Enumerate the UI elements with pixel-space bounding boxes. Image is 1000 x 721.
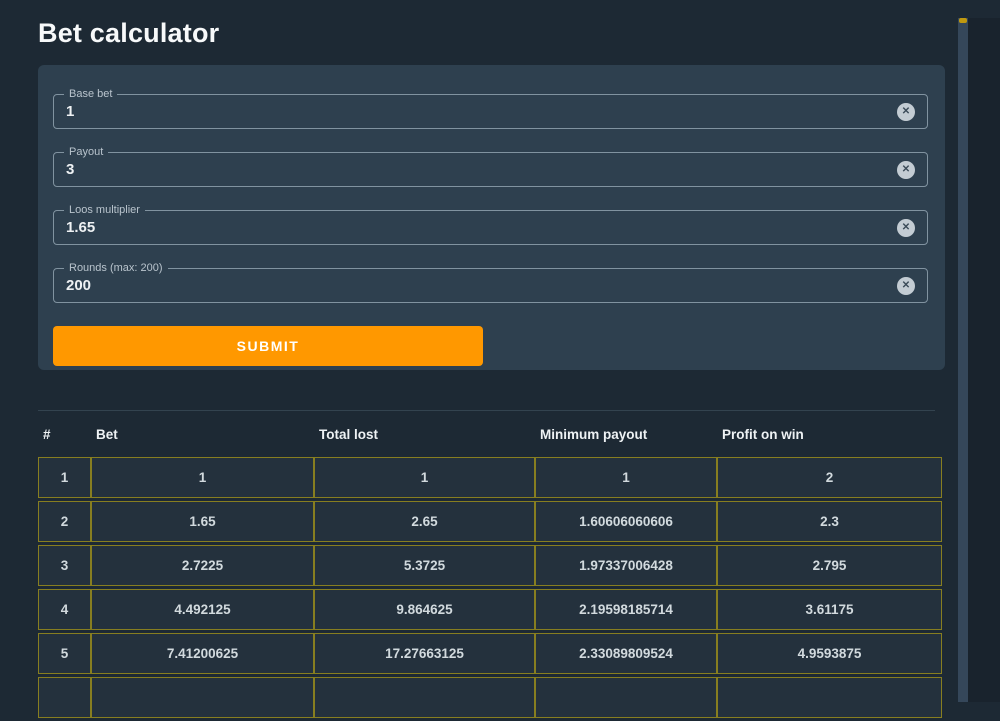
- table-cell: 2.795: [717, 545, 942, 586]
- table-cell: 4: [38, 589, 91, 630]
- table-row: 44.4921259.8646252.195981857143.61175: [38, 589, 942, 630]
- table-row: 57.4120062517.276631252.330898095244.959…: [38, 633, 942, 674]
- clear-field-button[interactable]: ✕: [897, 161, 915, 179]
- clear-field-button[interactable]: ✕: [897, 103, 915, 121]
- table-row: [38, 677, 942, 718]
- table-row: 11112: [38, 457, 942, 498]
- field-label: Payout: [64, 145, 108, 159]
- table-header-row: #BetTotal lostMinimum payoutProfit on wi…: [38, 414, 942, 454]
- close-icon: ✕: [902, 280, 910, 291]
- clear-field-button[interactable]: ✕: [897, 277, 915, 295]
- table-cell: 2.19598185714: [535, 589, 717, 630]
- table-cell: 3.61175: [717, 589, 942, 630]
- close-icon: ✕: [902, 106, 910, 117]
- table-cell: [717, 677, 942, 718]
- column-header: Minimum payout: [535, 414, 717, 454]
- table-cell: 9.864625: [314, 589, 535, 630]
- field-label: Loos multiplier: [64, 203, 145, 217]
- column-header: #: [38, 414, 91, 454]
- results-table: #BetTotal lostMinimum payoutProfit on wi…: [38, 411, 942, 721]
- column-header: Bet: [91, 414, 314, 454]
- table-body: 1111221.652.651.606060606062.332.72255.3…: [38, 457, 942, 718]
- form-field-1[interactable]: Payout ✕: [53, 152, 928, 187]
- bet-form-card: Base bet ✕ Payout ✕ Loos multiplier ✕ Ro…: [38, 65, 945, 370]
- table-cell: 1: [535, 457, 717, 498]
- submit-button[interactable]: SUBMIT: [53, 326, 483, 366]
- form-field-2[interactable]: Loos multiplier ✕: [53, 210, 928, 245]
- field-label: Base bet: [64, 87, 117, 101]
- scrollbar-track[interactable]: [958, 18, 968, 702]
- close-icon: ✕: [902, 164, 910, 175]
- field-label: Rounds (max: 200): [64, 261, 168, 275]
- table-cell: 7.41200625: [91, 633, 314, 674]
- table-cell: 1: [314, 457, 535, 498]
- table-row: 21.652.651.606060606062.3: [38, 501, 942, 542]
- table-cell: [38, 677, 91, 718]
- page-title: Bet calculator: [38, 18, 1000, 49]
- results-section: #BetTotal lostMinimum payoutProfit on wi…: [38, 411, 1000, 721]
- table-cell: 1.97337006428: [535, 545, 717, 586]
- scrollbar-thumb[interactable]: [959, 18, 967, 23]
- table-cell: 1: [38, 457, 91, 498]
- field-input[interactable]: [66, 103, 887, 120]
- form-field-0[interactable]: Base bet ✕: [53, 94, 928, 129]
- table-cell: [535, 677, 717, 718]
- table-cell: 3: [38, 545, 91, 586]
- clear-field-button[interactable]: ✕: [897, 219, 915, 237]
- table-cell: 2: [717, 457, 942, 498]
- table-cell: 1.65: [91, 501, 314, 542]
- column-header: Profit on win: [717, 414, 942, 454]
- table-cell: [91, 677, 314, 718]
- table-cell: [314, 677, 535, 718]
- field-input[interactable]: [66, 277, 887, 294]
- table-cell: 2.65: [314, 501, 535, 542]
- table-cell: 1.60606060606: [535, 501, 717, 542]
- table-cell: 5.3725: [314, 545, 535, 586]
- field-input[interactable]: [66, 161, 887, 178]
- table-cell: 17.27663125: [314, 633, 535, 674]
- column-header: Total lost: [314, 414, 535, 454]
- field-input[interactable]: [66, 219, 887, 236]
- table-cell: 2.7225: [91, 545, 314, 586]
- table-cell: 4.492125: [91, 589, 314, 630]
- form-field-3[interactable]: Rounds (max: 200) ✕: [53, 268, 928, 303]
- table-cell: 2.33089809524: [535, 633, 717, 674]
- close-icon: ✕: [902, 222, 910, 233]
- table-row: 32.72255.37251.973370064282.795: [38, 545, 942, 586]
- table-cell: 4.9593875: [717, 633, 942, 674]
- table-cell: 5: [38, 633, 91, 674]
- form-fields: Base bet ✕ Payout ✕ Loos multiplier ✕ Ro…: [53, 94, 928, 303]
- right-gutter: [968, 18, 1000, 702]
- table-header: #BetTotal lostMinimum payoutProfit on wi…: [38, 414, 942, 454]
- table-cell: 1: [91, 457, 314, 498]
- table-cell: 2: [38, 501, 91, 542]
- table-cell: 2.3: [717, 501, 942, 542]
